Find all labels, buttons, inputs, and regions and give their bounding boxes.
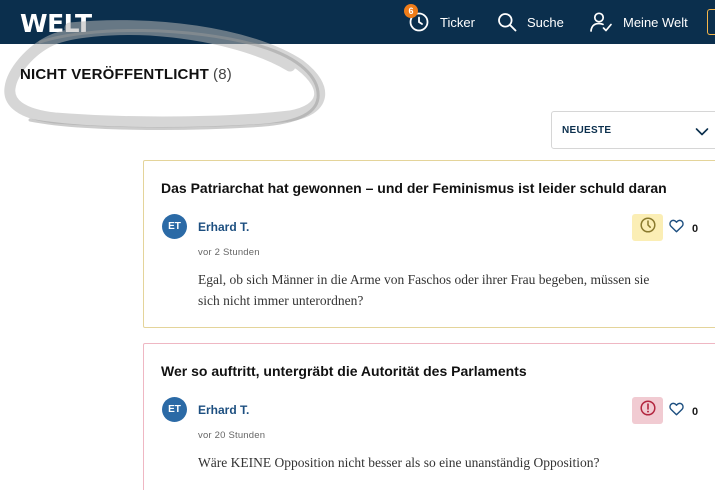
- heart-icon: [669, 219, 684, 238]
- author-name[interactable]: Erhard T.: [198, 403, 249, 417]
- exclamation-circle-icon: [639, 399, 657, 422]
- nav-search-label: Suche: [527, 14, 564, 30]
- ticker-icon: 6: [404, 4, 430, 33]
- ticker-count-badge: 6: [404, 4, 418, 18]
- comment-card: Das Patriarchat hat gewonnen – und der F…: [143, 160, 715, 328]
- user-check-icon: [589, 11, 613, 33]
- avatar[interactable]: ET: [162, 397, 187, 422]
- nav-meine-welt-label: Meine Welt: [623, 14, 688, 30]
- author-name[interactable]: Erhard T.: [198, 220, 249, 234]
- comment-text: Wäre KEINE Opposition nicht besser als s…: [198, 455, 600, 470]
- comment-count: (8): [213, 66, 232, 83]
- sort-dropdown[interactable]: NEUESTE: [551, 111, 715, 149]
- comment-text: Egal, ob sich Männer in die Arme von Fas…: [198, 272, 650, 308]
- article-title-link[interactable]: Das Patriarchat hat gewonnen – und der F…: [161, 180, 667, 196]
- article-title-link[interactable]: Wer so auftritt, untergräbt die Autoritä…: [161, 363, 527, 379]
- page-title: NICHT VERÖFFENTLICHT (8): [20, 66, 232, 83]
- clock-icon: [639, 216, 657, 239]
- comment-timestamp: vor 2 Stunden: [198, 247, 260, 258]
- subscribe-button-edge[interactable]: [707, 9, 715, 35]
- search-icon: [497, 12, 517, 32]
- comment-timestamp: vor 20 Stunden: [198, 430, 266, 441]
- avatar[interactable]: ET: [162, 214, 187, 239]
- pending-status-badge[interactable]: [632, 214, 663, 241]
- sort-selected-value: NEUESTE: [562, 124, 612, 136]
- like-count: 0: [692, 405, 699, 418]
- top-navigation-bar: WELT 6 Ticker Suche Meine Welt: [0, 0, 715, 44]
- comment-card: Wer so auftritt, untergräbt die Autoritä…: [143, 343, 715, 490]
- rejected-status-badge[interactable]: [632, 397, 663, 424]
- chevron-down-icon: [695, 124, 709, 142]
- like-button[interactable]: 0: [669, 402, 698, 421]
- like-count: 0: [692, 222, 699, 235]
- nav-meine-welt[interactable]: Meine Welt: [589, 0, 688, 44]
- like-button[interactable]: 0: [669, 219, 698, 238]
- heart-icon: [669, 402, 684, 421]
- nav-ticker[interactable]: 6 Ticker: [404, 0, 475, 44]
- nav-search[interactable]: Suche: [497, 0, 564, 44]
- welt-logo[interactable]: WELT: [20, 9, 92, 38]
- page-title-text: NICHT VERÖFFENTLICHT: [20, 66, 209, 83]
- nav-ticker-label: Ticker: [440, 14, 475, 30]
